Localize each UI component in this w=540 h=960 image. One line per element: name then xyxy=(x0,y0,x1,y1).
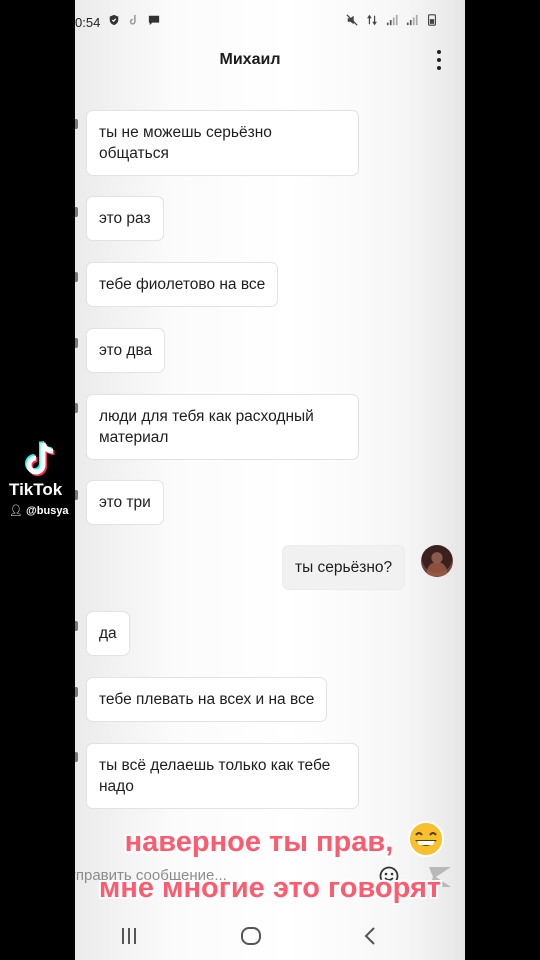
back-icon[interactable] xyxy=(359,924,383,948)
caption-line-1: наверное ты прав, xyxy=(0,820,540,859)
phone-screen: 0:54 Михаил ты не можешь серьёзно общать… xyxy=(75,0,465,960)
tiktok-username: 👤︎ @busya xyxy=(9,504,69,517)
navigation-bar xyxy=(75,918,465,956)
message-bubble[interactable]: это два xyxy=(86,328,166,373)
message-bubble[interactable]: тебе плевать на всех и на все xyxy=(86,677,328,722)
message-marker xyxy=(75,338,78,348)
tiktok-logo-icon xyxy=(25,440,55,476)
message-bubble[interactable]: тебе фиолетово на все xyxy=(86,262,279,307)
message-bubble-outgoing[interactable]: ты серьёзно? xyxy=(282,545,406,590)
message-bubble[interactable]: это три xyxy=(86,480,164,525)
message-marker xyxy=(75,687,78,697)
avatar[interactable] xyxy=(421,545,453,577)
recent-apps-icon[interactable] xyxy=(117,924,141,948)
message-marker xyxy=(75,119,78,129)
caption-line-2: мне многие это говорят xyxy=(98,872,442,904)
message-marker xyxy=(75,403,78,413)
message-marker xyxy=(75,490,78,500)
message-bubble[interactable]: ты не можешь серьёзно общаться xyxy=(86,110,359,176)
grinning-face-icon xyxy=(408,821,445,857)
message-list[interactable]: ты не можешь серьёзно общаться это раз т… xyxy=(75,0,465,820)
message-bubble[interactable]: это раз xyxy=(86,196,164,241)
message-marker xyxy=(75,621,78,631)
home-icon[interactable] xyxy=(239,924,263,948)
message-bubble[interactable]: люди для тебя как расходный материал xyxy=(86,394,359,460)
caption-text-1: наверное ты прав, xyxy=(124,826,394,858)
message-marker xyxy=(75,752,78,762)
user-icon: 👤︎ xyxy=(9,505,23,517)
message-bubble[interactable]: ты всё делаешь только как тебе надо xyxy=(86,743,359,809)
username-text: @busya xyxy=(26,505,69,517)
message-marker xyxy=(75,207,78,217)
message-marker xyxy=(75,272,78,282)
message-bubble[interactable]: да xyxy=(86,611,130,656)
tiktok-brand: TikTok xyxy=(9,480,63,499)
